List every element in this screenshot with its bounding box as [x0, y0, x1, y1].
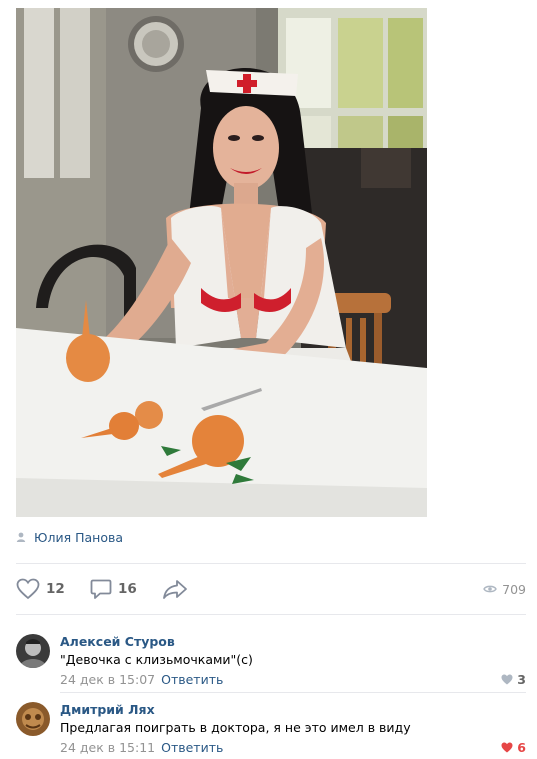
comment-author[interactable]: Дмитрий Лях — [60, 702, 155, 717]
share-button[interactable] — [162, 574, 188, 604]
photo-author[interactable]: Юлия Панова — [16, 529, 123, 545]
reply-link[interactable]: Ответить — [161, 672, 223, 687]
comment-like-button[interactable]: 6 — [501, 740, 526, 755]
comment-button[interactable]: 16 — [90, 574, 137, 604]
comment-meta: 24 дек в 15:11 Ответить — [60, 740, 223, 755]
like-button[interactable]: 12 — [16, 574, 65, 604]
comment-like-count: 6 — [517, 740, 526, 755]
comment-date[interactable]: 24 дек в 15:11 — [60, 740, 155, 755]
heart-icon — [501, 674, 517, 685]
avatar[interactable] — [16, 634, 50, 668]
comment-author[interactable]: Алексей Стуров — [60, 634, 175, 649]
like-count: 12 — [46, 581, 65, 597]
comment-text: Предлагая поиграть в доктора, я не это и… — [60, 720, 411, 735]
views-counter: 709 — [483, 574, 526, 604]
user-icon — [16, 532, 26, 542]
heart-icon — [16, 578, 40, 600]
comment-like-count: 3 — [517, 672, 526, 687]
views-count: 709 — [502, 581, 526, 597]
share-icon — [162, 578, 188, 600]
avatar[interactable] — [16, 702, 50, 736]
post-actions: 12 16 709 — [16, 574, 526, 604]
divider-top — [16, 563, 526, 564]
comment-like-button[interactable]: 3 — [501, 672, 526, 687]
comment-icon — [90, 578, 112, 600]
author-name[interactable]: Юлия Панова — [34, 530, 123, 545]
comment-item: Алексей Стуров "Девочка с клизьмочками"(… — [16, 634, 526, 688]
divider-bottom — [16, 614, 526, 615]
comment-meta: 24 дек в 15:07 Ответить — [60, 672, 223, 687]
comment-text: "Девочка с клизьмочками"(с) — [60, 652, 253, 667]
post-photo[interactable] — [16, 8, 427, 517]
comment-date[interactable]: 24 дек в 15:07 — [60, 672, 155, 687]
reply-link[interactable]: Ответить — [161, 740, 223, 755]
heart-icon — [501, 742, 517, 753]
eye-icon — [483, 584, 502, 594]
comment-item: Дмитрий Лях Предлагая поиграть в доктора… — [16, 702, 526, 756]
comment-count: 16 — [118, 581, 137, 597]
comment-divider — [60, 692, 526, 693]
